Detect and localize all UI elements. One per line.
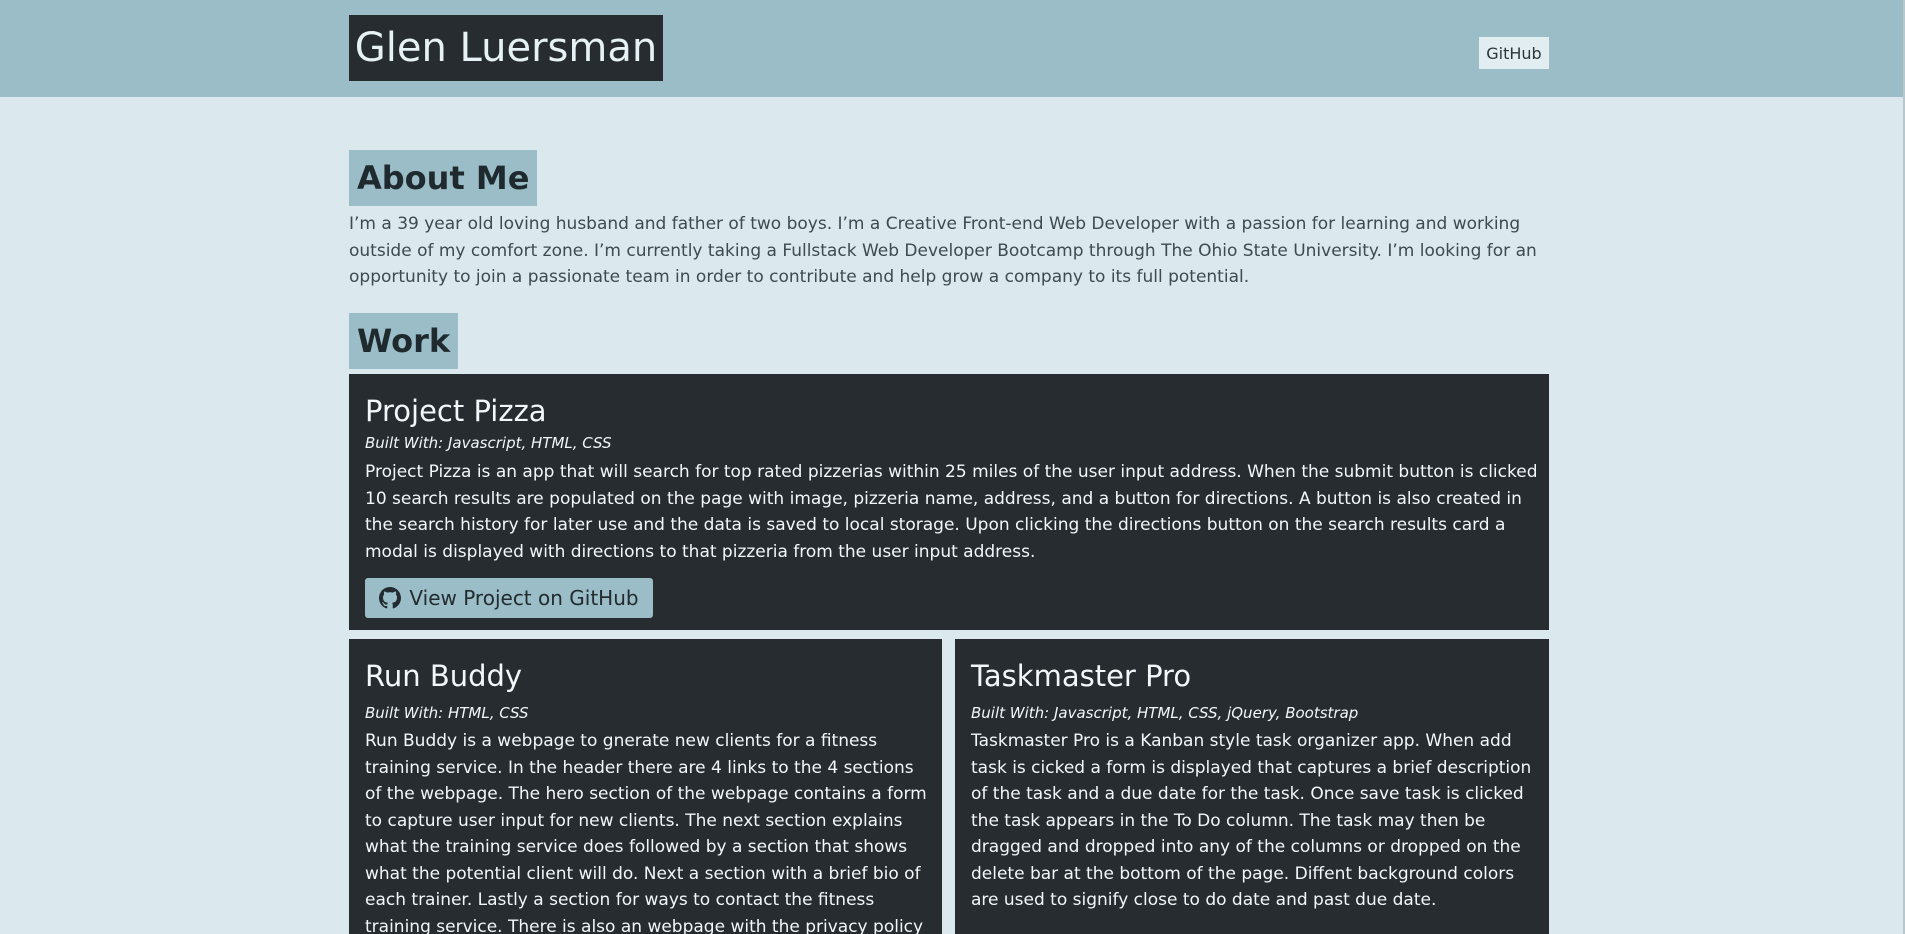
project-card-pizza: Project Pizza Built With: Javascript, HT… — [349, 374, 1549, 630]
project-card-taskmaster: Taskmaster Pro Built With: Javascript, H… — [955, 639, 1549, 934]
project-built-with: Built With: Javascript, HTML, CSS — [365, 434, 612, 452]
project-title: Run Buddy — [365, 659, 523, 693]
project-description: Run Buddy is a webpage to gnerate new cl… — [365, 731, 927, 934]
work-heading: Work — [349, 313, 459, 369]
project-built-with: Built With: HTML, CSS — [365, 704, 529, 722]
github-icon — [379, 587, 402, 609]
view-project-github-button[interactable]: View Project on GitHub — [365, 578, 653, 618]
nav-github-link[interactable]: GitHub — [1479, 37, 1549, 69]
project-description: Project Pizza is an app that will search… — [365, 462, 1538, 562]
site-header: Glen Luersman GitHub — [0, 0, 1905, 97]
about-text: I’m a 39 year old loving husband and fat… — [349, 214, 1537, 287]
project-built-with: Built With: Javascript, HTML, CSS, jQuer… — [971, 704, 1359, 722]
view-project-label: View Project on GitHub — [409, 586, 639, 610]
site-title[interactable]: Glen Luersman — [349, 15, 663, 81]
project-card-run-buddy: Run Buddy Built With: HTML, CSS Run Budd… — [349, 639, 942, 934]
project-title: Taskmaster Pro — [971, 659, 1192, 693]
about-heading: About Me — [349, 150, 538, 206]
project-description: Taskmaster Pro is a Kanban style task or… — [971, 731, 1532, 910]
project-title: Project Pizza — [365, 394, 547, 428]
